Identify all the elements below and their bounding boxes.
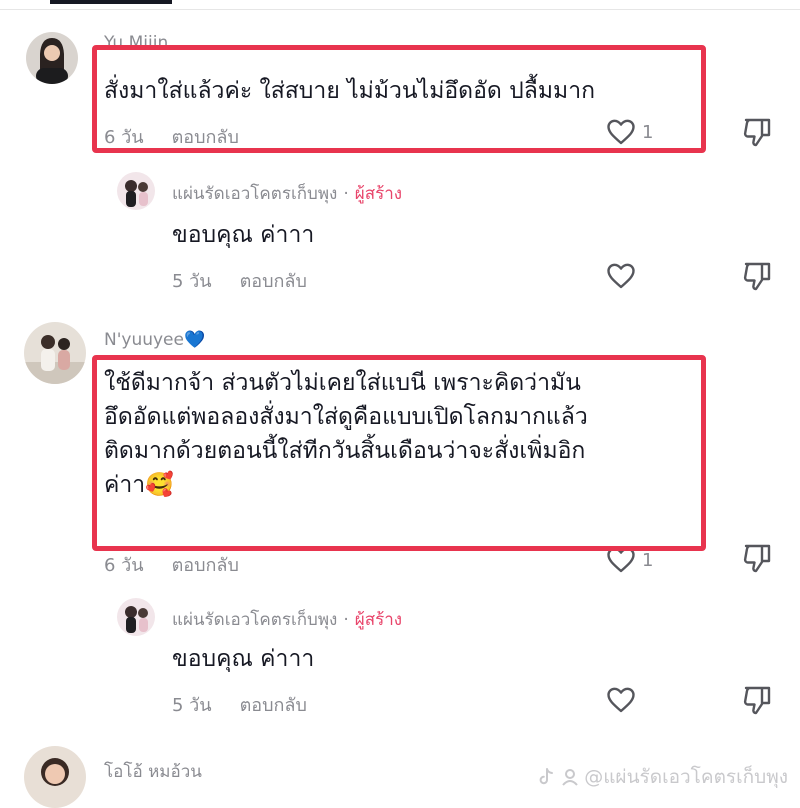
thumbs-down-icon [743,544,771,573]
like-button[interactable] [606,686,636,714]
comment-text-line-last: ค่าา🥰 [104,468,588,502]
like-button[interactable]: 1 [606,118,653,146]
reply-time: 5 วัน [172,271,212,292]
dislike-button[interactable] [741,685,773,715]
comment-text-line: ค่าา [104,472,146,498]
comment-meta: 6 วัน ตอบกลับ [104,122,239,151]
active-tab-indicator [50,0,172,4]
comment-text-line: ใช้ดีมากจ้า ส่วนตัวไม่เคยใส่แบนี เพราะคิ… [104,370,581,396]
comment-username[interactable]: N'yuuyee💙 [104,330,205,350]
avatar[interactable] [26,32,78,84]
comment-text: สั่งมาใส่แล้วค่ะ ใส่สบาย ไม่ม้วนไม่อึดอั… [104,74,595,108]
comment-username[interactable]: โอโอ้ หมอ้วน [104,758,202,785]
comment-meta: 6 วัน ตอบกลับ [104,550,239,579]
creator-avatar[interactable] [117,598,155,636]
separator-dot: · [343,610,349,630]
creator-badge: ผู้สร้าง [354,184,403,204]
watermark: @แผ่นรัดเอวโคตรเก็บพุง [536,762,788,792]
reply-username[interactable]: แผ่นรัดเอวโคตรเก็บพุง · ผู้สร้าง [172,606,402,633]
reply-username[interactable]: แผ่นรัดเอวโคตรเก็บพุง · ผู้สร้าง [172,180,402,207]
reply-meta: 5 วัน ตอบกลับ [172,266,307,295]
heart-icon [607,263,635,289]
reply-button[interactable]: ตอบกลับ [240,271,307,292]
reply-text: ขอบคุณ ค่าาา [172,222,315,248]
comment-text-line: สั่งมาใส่แล้วค่ะ ใส่สบาย ไม่ม้วนไม่อึดอั… [104,78,596,104]
comment-text-line: อึดอัดแต่พอลองสั่งมาใส่ดูคือแบบเปิดโลกมา… [104,404,588,430]
watermark-text: @แผ่นรัดเอวโคตรเก็บพุง [584,766,788,788]
reply-button[interactable]: ตอบกลับ [172,555,239,576]
like-button[interactable]: 1 [606,546,653,574]
comment-text: ใช้ดีมากจ้า ส่วนตัวไม่เคยใส่แบนี เพราะคิ… [104,366,588,502]
dislike-button[interactable] [741,543,773,573]
like-count: 1 [642,549,654,571]
smiling-hearts-emoji: 🥰 [145,472,174,498]
username-text[interactable]: N'yuuyee [104,330,184,350]
heart-icon [607,687,635,713]
separator-dot: · [343,184,349,204]
reply-meta: 5 วัน ตอบกลับ [172,690,307,719]
creator-name[interactable]: แผ่นรัดเอวโคตรเก็บพุง [172,610,337,630]
person-icon [562,769,578,786]
avatar[interactable] [24,746,86,808]
comment-time: 6 วัน [104,555,144,576]
creator-badge: ผู้สร้าง [354,610,403,630]
heart-icon [607,119,635,145]
thumbs-down-icon [743,118,771,147]
like-count: 1 [642,121,654,143]
creator-name[interactable]: แผ่นรัดเอวโคตรเก็บพุง [172,184,337,204]
reply-button[interactable]: ตอบกลับ [172,127,239,148]
blue-heart-emoji: 💙 [183,330,206,350]
dislike-button[interactable] [741,261,773,291]
heart-icon [607,547,635,573]
creator-avatar[interactable] [117,172,155,210]
reply-button[interactable]: ตอบกลับ [240,695,307,716]
top-divider [0,9,800,10]
reply-time: 5 วัน [172,695,212,716]
tiktok-logo-icon [539,768,554,785]
comment-text-line: ติดมากด้วยตอนนี้ใส่ทีกวันสิ้นเดือนว่าจะส… [104,438,586,464]
comment-username[interactable]: Yu Miiin [104,33,168,53]
avatar[interactable] [24,322,86,384]
like-button[interactable] [606,262,636,290]
thumbs-down-icon [743,262,771,291]
dislike-button[interactable] [741,117,773,147]
comment-time: 6 วัน [104,127,144,148]
reply-text: ขอบคุณ ค่าาา [172,646,315,672]
thumbs-down-icon [743,686,771,715]
